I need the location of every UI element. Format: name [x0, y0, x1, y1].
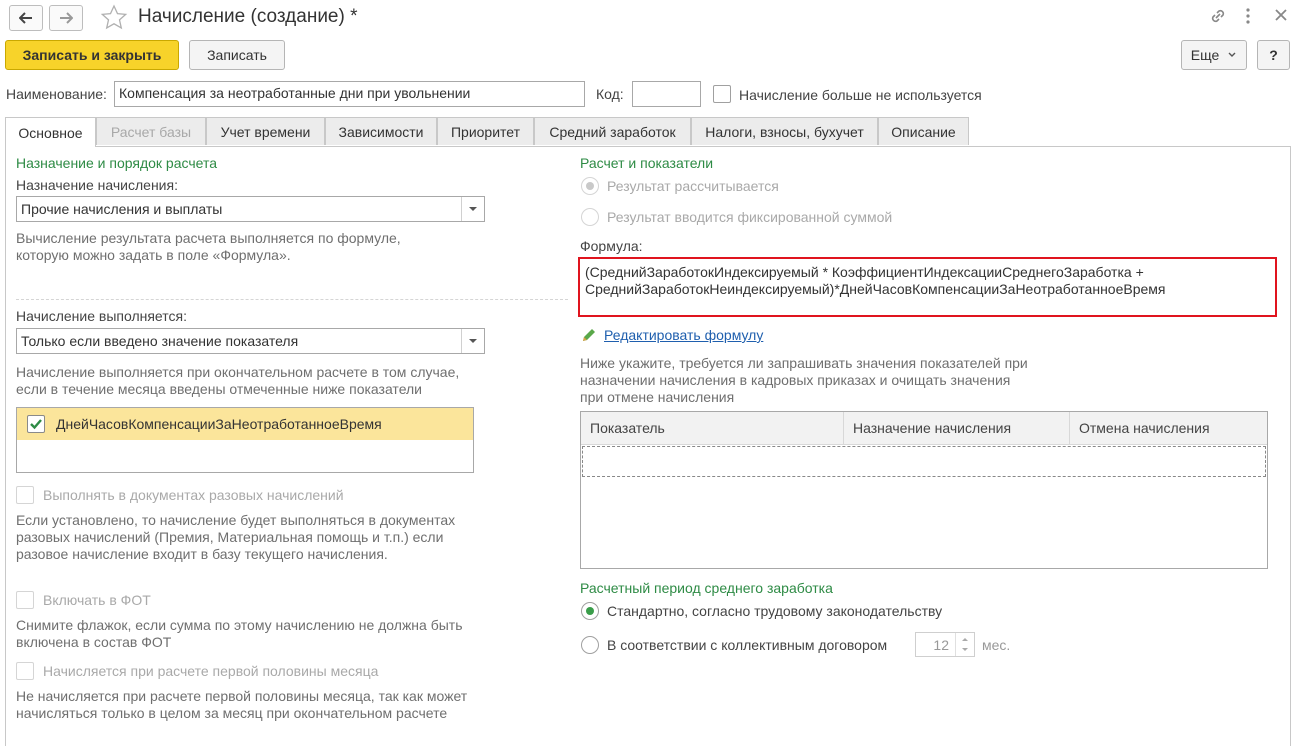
name-label: Наименование: — [6, 86, 107, 102]
purpose-label: Назначение начисления: — [16, 177, 178, 193]
tab-base-calc[interactable]: Расчет базы — [96, 117, 206, 145]
table-row[interactable] — [582, 446, 1266, 477]
formula-line: СреднийЗаработокНеиндексируемый)*ДнейЧас… — [585, 281, 1166, 297]
months-unit: мес. — [982, 637, 1011, 653]
performed-select[interactable]: Только если введено значение показателя — [16, 328, 485, 354]
purpose-select[interactable]: Прочие начисления и выплаты — [16, 196, 485, 222]
purpose-hint: Вычисление результата расчета выполняетс… — [16, 230, 401, 263]
edit-formula-link[interactable]: Редактировать формулу — [604, 327, 763, 343]
one-time-hint: Если установлено, то начисление будет вы… — [16, 512, 456, 562]
months-stepper[interactable]: 12 — [915, 632, 975, 657]
one-time-label: Выполнять в документах разовых начислени… — [43, 487, 344, 503]
purpose-select-value: Прочие начисления и выплаты — [21, 201, 223, 217]
period-collective-radio[interactable] — [581, 636, 599, 654]
result-fixed-label: Результат вводится фиксированной суммой — [607, 209, 893, 225]
result-calculated-radio[interactable] — [581, 177, 599, 195]
period-standard-radio[interactable] — [581, 602, 599, 620]
tab-description[interactable]: Описание — [878, 117, 969, 145]
tab-bar: Основное Расчет базы Учет времени Зависи… — [5, 117, 1291, 147]
code-label: Код: — [596, 86, 624, 102]
fot-checkbox[interactable] — [16, 591, 34, 609]
section-divider — [16, 299, 568, 300]
formula-label: Формула: — [580, 238, 643, 254]
indicators-hint: Ниже укажите, требуется ли запрашивать з… — [580, 355, 1028, 405]
link-icon[interactable] — [1208, 6, 1228, 29]
column-header-cancel[interactable]: Отмена начисления — [1070, 412, 1267, 444]
result-fixed-radio[interactable] — [581, 208, 599, 226]
code-input[interactable] — [632, 81, 701, 107]
first-half-hint: Не начисляется при расчете первой полови… — [16, 688, 468, 721]
performed-hint: Начисление выполняется при окончательном… — [16, 364, 460, 397]
fot-label: Включать в ФОТ — [43, 592, 151, 608]
result-calculated-label: Результат рассчитывается — [607, 178, 779, 194]
tab-main[interactable]: Основное — [5, 117, 96, 147]
first-half-checkbox[interactable] — [16, 662, 34, 680]
not-used-checkbox[interactable] — [713, 85, 731, 103]
back-button[interactable] — [9, 5, 43, 31]
stepper-arrows-icon[interactable] — [956, 633, 974, 656]
formula-line: (СреднийЗаработокИндексируемый * Коэффиц… — [585, 264, 1144, 280]
forward-button[interactable] — [49, 5, 83, 31]
performed-label: Начисление выполняется: — [16, 308, 187, 324]
more-label: Еще — [1190, 47, 1220, 63]
pencil-icon — [580, 326, 598, 347]
more-vertical-icon[interactable] — [1244, 6, 1252, 29]
formula-field[interactable]: (СреднийЗаработокИндексируемый * Коэффиц… — [578, 257, 1277, 317]
list-item[interactable]: ДнейЧасовКомпенсацииЗаНеотработанноеВрем… — [17, 408, 473, 440]
save-and-close-button[interactable]: Записать и закрыть — [5, 40, 179, 70]
name-input[interactable]: Компенсация за неотработанные дни при ув… — [114, 81, 585, 107]
favorite-star-icon[interactable] — [100, 4, 128, 33]
window-title: Начисление (создание) * — [138, 6, 358, 27]
period-standard-label: Стандартно, согласно трудовому законодат… — [607, 603, 943, 619]
active-tab-connector — [6, 145, 95, 147]
calc-section-title: Расчет и показатели — [580, 155, 714, 171]
months-value: 12 — [933, 637, 949, 653]
tab-taxes[interactable]: Налоги, взносы, бухучет — [691, 117, 878, 145]
column-header-assignment[interactable]: Назначение начисления — [844, 412, 1070, 444]
dropdown-arrow-icon[interactable] — [461, 197, 484, 221]
tab-priority[interactable]: Приоритет — [437, 117, 534, 145]
table-header: Показатель Назначение начисления Отмена … — [581, 412, 1267, 445]
formula-text: (СреднийЗаработокИндексируемый * Коэффиц… — [585, 264, 1166, 298]
tab-dependencies[interactable]: Зависимости — [325, 117, 437, 145]
caret-down-icon — [1228, 52, 1236, 57]
checkmark-icon — [30, 419, 42, 430]
stepper-buttons[interactable] — [955, 633, 974, 656]
indicator-list[interactable]: ДнейЧасовКомпенсацииЗаНеотработанноеВрем… — [16, 407, 474, 473]
indicators-table[interactable]: Показатель Назначение начисления Отмена … — [580, 411, 1268, 569]
tab-time-tracking[interactable]: Учет времени — [206, 117, 325, 145]
arrow-right-icon — [60, 12, 73, 24]
performed-select-value: Только если введено значение показателя — [21, 333, 299, 349]
indicator-checkbox[interactable] — [27, 415, 45, 433]
period-section-title: Расчетный период среднего заработка — [580, 580, 833, 596]
indicator-item-label: ДнейЧасовКомпенсацииЗаНеотработанноеВрем… — [56, 416, 382, 432]
fot-hint: Снимите флажок, если сумма по этому начи… — [16, 617, 463, 650]
close-icon[interactable] — [1273, 7, 1289, 26]
more-button[interactable]: Еще — [1181, 40, 1247, 70]
column-header-indicator[interactable]: Показатель — [581, 412, 844, 444]
not-used-label: Начисление больше не используется — [739, 87, 982, 103]
help-button[interactable]: ? — [1257, 40, 1290, 70]
purpose-section-title: Назначение и порядок расчета — [16, 155, 218, 171]
arrow-left-icon — [19, 12, 32, 24]
first-half-label: Начисляется при расчете первой половины … — [43, 663, 379, 679]
save-button[interactable]: Записать — [189, 40, 285, 70]
tab-average-earnings[interactable]: Средний заработок — [534, 117, 691, 145]
period-collective-label: В соответствии с коллективным договором — [607, 637, 888, 653]
one-time-checkbox[interactable] — [16, 486, 34, 504]
dropdown-arrow-icon[interactable] — [461, 329, 484, 353]
